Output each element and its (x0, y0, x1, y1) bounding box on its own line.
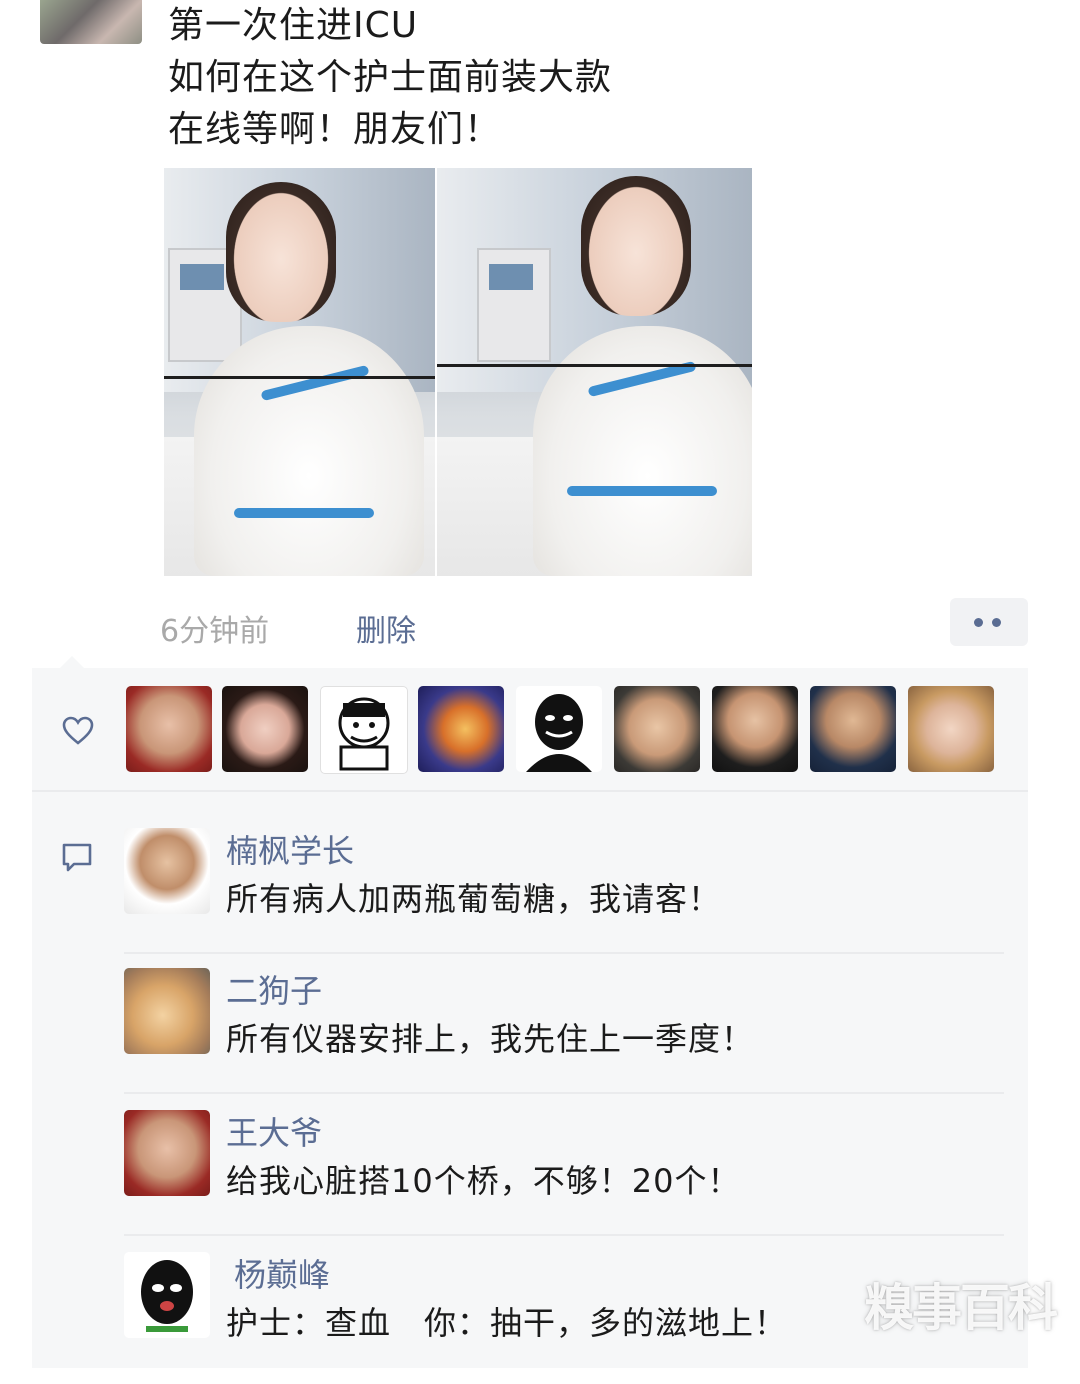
post-line-2: 如何在这个护士面前装大款 (168, 57, 613, 98)
post-line-1: 第一次住进ICU (168, 5, 419, 46)
heart-icon (62, 716, 94, 745)
like-avatar-3[interactable] (320, 686, 408, 774)
like-avatar-1[interactable] (126, 686, 212, 772)
post-photo-2[interactable] (435, 168, 752, 576)
comment-icon (62, 843, 92, 872)
commenter-avatar[interactable] (124, 1110, 210, 1196)
post-time: 6分钟前 (160, 614, 270, 649)
comment-item[interactable]: 二狗子 所有仪器安排上，我先住上一季度！ (124, 968, 1004, 1068)
post-meta: 6分钟前 删除 (160, 598, 1028, 654)
post-photo-1[interactable] (164, 168, 436, 576)
comment-item[interactable]: 楠枫学长 所有病人加两瓶葡萄糖，我请客！ (124, 828, 1004, 928)
post-photos[interactable] (164, 168, 752, 576)
like-avatar-7[interactable] (712, 686, 798, 772)
comment-text: 所有仪器安排上，我先住上一季度！ (226, 1020, 755, 1058)
post-line-3: 在线等啊！朋友们！ (168, 109, 502, 150)
commenter-name[interactable]: 王大爷 (226, 1108, 322, 1154)
likes-row (32, 668, 1028, 792)
commenter-avatar[interactable] (124, 1252, 210, 1338)
like-avatar-4[interactable] (418, 686, 504, 772)
poster-avatar[interactable] (40, 0, 142, 44)
comment-item[interactable]: 王大爷 给我心脏搭10个桥，不够！20个！ (124, 1110, 1004, 1210)
commenter-name[interactable]: 杨巅峰 (234, 1250, 330, 1296)
commenter-avatar[interactable] (124, 968, 210, 1054)
like-avatar-6[interactable] (614, 686, 700, 772)
post-text: 第一次住进ICU 如何在这个护士面前装大款 在线等啊！朋友们！ (168, 0, 1028, 156)
like-avatar-2[interactable] (222, 686, 308, 772)
watermark-logo: 糗事百科 (864, 1279, 1058, 1337)
like-avatar-5[interactable] (516, 686, 602, 772)
like-avatar-9[interactable] (908, 686, 994, 772)
commenter-avatar[interactable] (124, 828, 210, 914)
commenter-name[interactable]: 楠枫学长 (226, 826, 354, 872)
comment-text: 给我心脏搭10个桥，不够！20个！ (226, 1162, 741, 1200)
comment-text: 护士：查血 你：抽干，多的滋地上！ (226, 1304, 788, 1342)
commenter-name[interactable]: 二狗子 (226, 966, 322, 1012)
interaction-panel: 楠枫学长 所有病人加两瓶葡萄糖，我请客！ 二狗子 所有仪器安排上，我先住上一季度… (32, 656, 1028, 1368)
like-avatar-8[interactable] (810, 686, 896, 772)
comment-text: 所有病人加两瓶葡萄糖，我请客！ (226, 880, 722, 918)
more-dots-icon[interactable] (950, 598, 1028, 646)
delete-link[interactable]: 删除 (356, 606, 416, 650)
